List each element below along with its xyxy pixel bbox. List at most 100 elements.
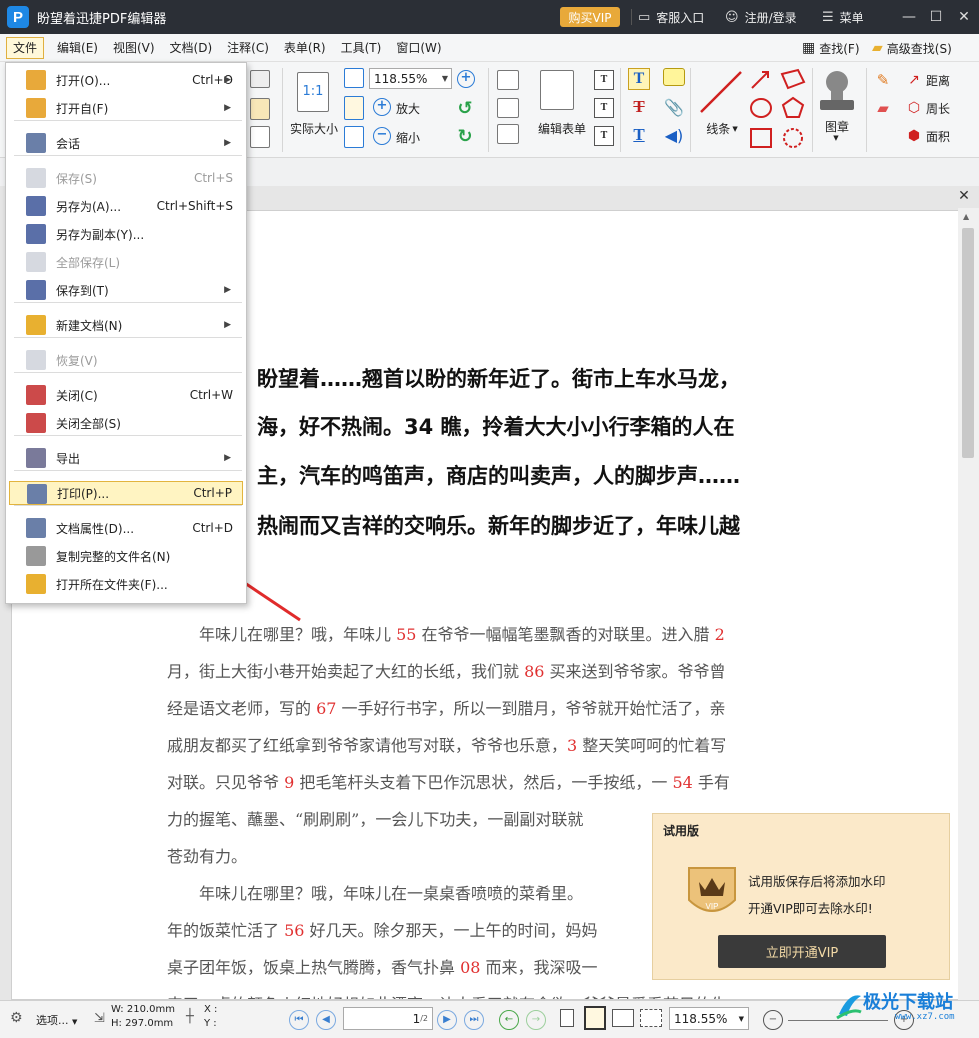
- status-bar: ⚙ 选项... ▼ ⇲ W: 210.0mm H: 297.0mm ┼ X : …: [0, 1000, 979, 1038]
- zoom-out-icon[interactable]: −: [373, 127, 391, 145]
- distance-icon[interactable]: ↗: [902, 70, 926, 90]
- line-tool-icon[interactable]: [697, 68, 745, 116]
- fit-width-icon[interactable]: [344, 96, 364, 120]
- continuous-page-icon[interactable]: [584, 1006, 606, 1030]
- close-document-button[interactable]: ✕: [955, 187, 973, 205]
- gear-icon[interactable]: ⚙: [10, 1010, 23, 1026]
- zoom-out-label[interactable]: 缩小: [396, 129, 420, 146]
- file-menu-item-open-containing-folder[interactable]: 打开所在文件夹(F)...: [9, 572, 243, 596]
- status-zoom-select[interactable]: 118.55% ▼: [669, 1007, 749, 1030]
- customer-service-button[interactable]: ▭ 客服入口: [638, 0, 704, 34]
- eraser-icon[interactable]: ▰: [873, 98, 893, 118]
- zoom-in-icon[interactable]: +: [373, 98, 391, 116]
- file-menu-item-open-from[interactable]: 打开自(F) ▶: [9, 96, 243, 120]
- note-icon[interactable]: [663, 68, 685, 86]
- scroll-up-icon[interactable]: ▲: [963, 212, 969, 221]
- underline-icon[interactable]: T: [628, 124, 650, 146]
- menu-edit[interactable]: 编辑(E): [51, 37, 104, 59]
- add-field-icon[interactable]: [497, 124, 519, 144]
- text-box-icon[interactable]: [497, 70, 519, 90]
- back-button[interactable]: ←: [499, 1010, 519, 1030]
- menu-window[interactable]: 窗口(W): [390, 37, 447, 59]
- zoom-out-button[interactable]: −: [763, 1010, 783, 1030]
- shape-tools[interactable]: [748, 68, 806, 154]
- advanced-find-button[interactable]: ▰ 高级查找(S): [872, 34, 952, 62]
- page-number-input[interactable]: 1/2: [343, 1007, 433, 1030]
- select-tool-icon[interactable]: [250, 126, 270, 148]
- vertical-scrollbar[interactable]: ▲: [958, 208, 979, 1000]
- perimeter-icon[interactable]: ⬡: [902, 98, 926, 118]
- text-segment: 一手好行书字，所以一到腊月，爷爷就开始忙活了，亲: [336, 699, 726, 718]
- file-menu-item-save-to[interactable]: 保存到(T) ▶: [9, 278, 243, 302]
- typewriter-icon[interactable]: T: [594, 70, 614, 90]
- file-menu-item-export[interactable]: 导出 ▶: [9, 446, 243, 470]
- file-menu-item-open[interactable]: 打开(O)... Ctrl+O ▶: [9, 68, 243, 92]
- file-menu-item-close[interactable]: 关闭(C) Ctrl+W: [9, 383, 243, 407]
- file-menu-item-session[interactable]: 会话 ▶: [9, 131, 243, 155]
- find-button[interactable]: ▦ 查找(F): [802, 34, 860, 62]
- actual-size-icon[interactable]: 1:1: [297, 72, 329, 112]
- open-vip-button[interactable]: 立即开通VIP: [718, 935, 886, 968]
- first-page-button[interactable]: ⏮: [289, 1010, 309, 1030]
- fit-visible-icon[interactable]: [344, 126, 364, 148]
- fit-page-icon[interactable]: [344, 68, 364, 88]
- zoom-select[interactable]: 118.55% ▼: [369, 68, 452, 89]
- continuous-facing-icon[interactable]: [640, 1009, 662, 1027]
- file-menu-item-save-copy[interactable]: 另存为副本(Y)...: [9, 222, 243, 246]
- zoom-in-round-icon[interactable]: +: [457, 70, 475, 88]
- register-login-button[interactable]: ☺ 注册/登录: [725, 0, 797, 34]
- menu-file[interactable]: 文件: [6, 36, 45, 59]
- previous-page-button[interactable]: ◀: [316, 1010, 336, 1030]
- edit-form-button[interactable]: 编辑表单: [534, 120, 590, 137]
- highlight-text-icon[interactable]: T: [628, 68, 650, 90]
- pencil-icon[interactable]: ✎: [873, 70, 893, 90]
- menu-form[interactable]: 表单(R): [278, 37, 332, 59]
- file-menu-item-close-all[interactable]: 关闭全部(S): [9, 411, 243, 435]
- highlighted-number: 2: [714, 625, 725, 644]
- strikeout-icon[interactable]: T: [628, 96, 650, 118]
- facing-page-icon[interactable]: [612, 1009, 634, 1027]
- main-menu-button[interactable]: ☰ 菜单: [822, 0, 864, 34]
- forward-button[interactable]: →: [526, 1010, 546, 1030]
- highlighted-number: 08: [460, 958, 481, 977]
- file-menu-item-save-as[interactable]: 另存为(A)... Ctrl+Shift+S: [9, 194, 243, 218]
- distance-label[interactable]: 距离: [926, 72, 950, 89]
- attach-file-icon[interactable]: 📎: [663, 96, 685, 118]
- single-page-icon[interactable]: [560, 1009, 574, 1027]
- rotate-right-icon[interactable]: ↻: [455, 126, 475, 147]
- zoom-in-label[interactable]: 放大: [396, 100, 420, 117]
- menu-tools[interactable]: 工具(T): [335, 37, 388, 59]
- area-label[interactable]: 面积: [926, 128, 950, 145]
- file-menu-item-new-document[interactable]: 新建文档(N) ▶: [9, 313, 243, 337]
- file-menu-item-document-properties[interactable]: 文档属性(D)... Ctrl+D: [9, 516, 243, 540]
- menu-comment[interactable]: 注释(C): [221, 37, 275, 59]
- text-field-icon[interactable]: [497, 98, 519, 118]
- paste-icon[interactable]: [250, 98, 270, 120]
- divider: [631, 9, 632, 25]
- next-page-button[interactable]: ▶: [437, 1010, 457, 1030]
- chevron-down-icon[interactable]: ▼: [830, 134, 842, 142]
- file-menu-item-copy-full-filename[interactable]: 复制完整的文件名(N): [9, 544, 243, 568]
- file-menu-item-print[interactable]: 打印(P)... Ctrl+P: [9, 481, 243, 505]
- perimeter-label[interactable]: 周长: [926, 100, 950, 117]
- stamp-icon[interactable]: [817, 68, 857, 116]
- text-box-tool-icon[interactable]: T: [594, 126, 614, 146]
- area-icon[interactable]: ⬢: [902, 126, 926, 146]
- buy-vip-button[interactable]: 购买VIP: [560, 7, 620, 27]
- rotate-left-icon[interactable]: ↺: [455, 98, 475, 119]
- menu-document[interactable]: 文档(D): [164, 37, 219, 59]
- text-segment: 桌子团年饭，饭桌上热气腾腾，香气扑鼻: [167, 958, 461, 977]
- edit-form-icon[interactable]: [540, 70, 574, 110]
- lines-button[interactable]: 线条 ▼: [702, 120, 742, 137]
- trial-popup: 试用版 VIP 试用版保存后将添加水印 开通VIP即可去除水印! 立即开通VIP: [652, 813, 950, 980]
- sound-icon[interactable]: ◀): [663, 124, 685, 146]
- options-button[interactable]: 选项... ▼: [36, 1012, 77, 1028]
- text-callout-icon[interactable]: T: [594, 98, 614, 118]
- close-window-button[interactable]: ✕: [947, 0, 979, 34]
- stamp-button[interactable]: 图章: [818, 118, 856, 135]
- actual-size-button[interactable]: 实际大小: [287, 120, 341, 137]
- camera-icon[interactable]: [250, 70, 270, 88]
- last-page-button[interactable]: ⏭: [464, 1010, 484, 1030]
- menu-view[interactable]: 视图(V): [107, 37, 161, 59]
- scrollbar-thumb[interactable]: [962, 228, 974, 458]
